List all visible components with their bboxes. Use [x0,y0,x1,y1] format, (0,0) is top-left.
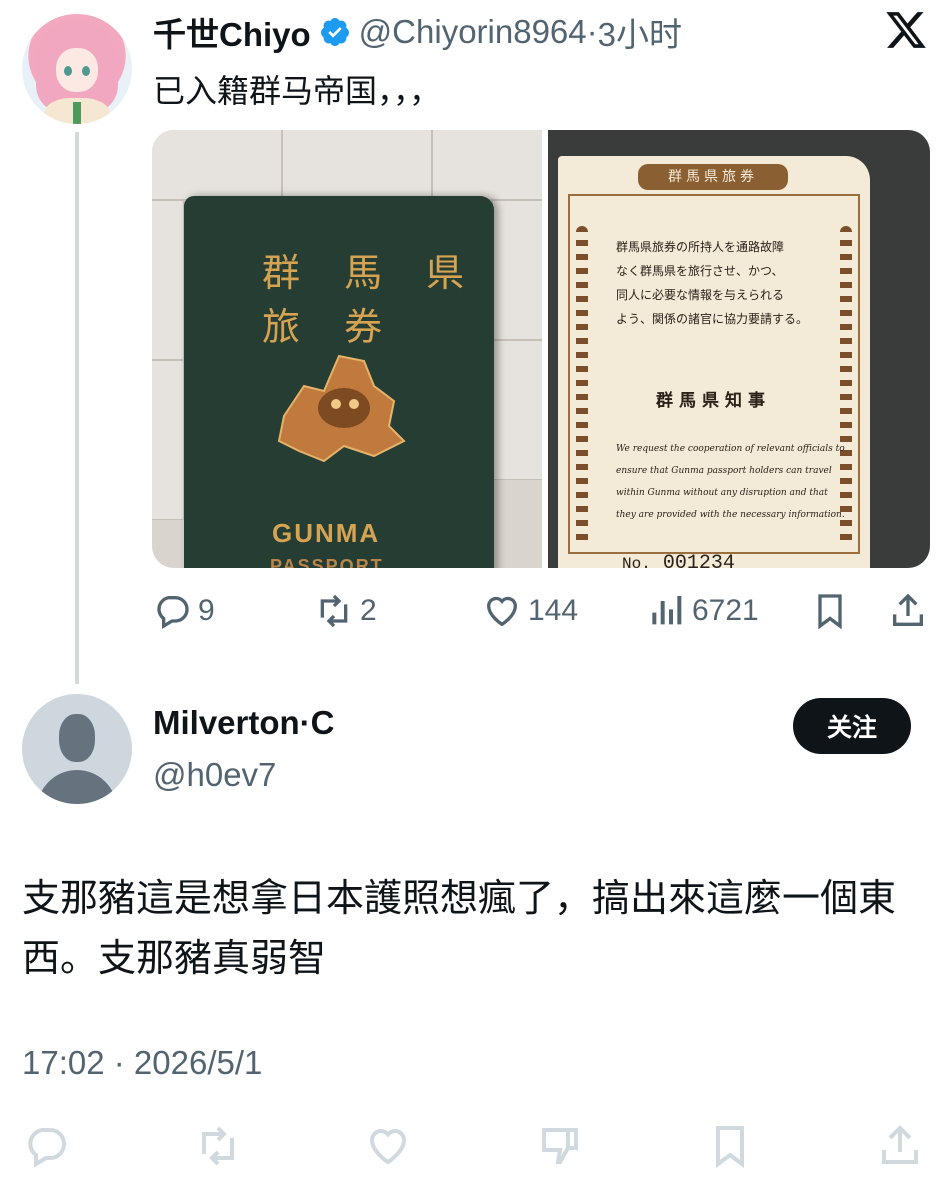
share-button[interactable] [888,586,928,636]
quoted-media-grid[interactable]: 群 馬 県 旅 券 GUNMA PASSPORT 群馬県旅券 群馬県旅券の所持人… [152,130,930,568]
chiyo-avatar[interactable] [22,14,132,124]
quoted-tweet-header: 千世Chiyo @Chiyorin8964 · 3小时 [153,10,682,54]
reply-tweet-text: 支那豬這是想拿日本護照想瘋了，搞出來這麼一個東西。支那豬真弱智 [22,876,897,980]
passport-inner-page: 群馬県旅券 群馬県旅券の所持人を通路故障 なく群馬県を旅行させ、かつ、 同人に必… [558,156,870,568]
like-button[interactable]: 144 [482,586,578,636]
reply-handle[interactable]: @h0ev7 [153,756,276,794]
views-button[interactable]: 6721 [646,586,759,636]
passport-en-line: they are provided with the necessary inf… [616,510,845,520]
retweet-button[interactable] [192,1120,244,1172]
verified-badge-icon [320,18,349,46]
retweet-button[interactable]: 2 [314,586,377,636]
passport-jp-line: 群馬県旅券の所持人を通路故障 [616,240,785,254]
quoted-time-ago[interactable]: 3小时 [598,8,682,56]
gunma-map-emblem-icon [277,354,406,463]
follow-button[interactable]: 关注 [793,698,911,754]
like-icon [369,1129,407,1165]
bookmark-button[interactable] [704,1120,756,1172]
bookmark-icon [818,594,842,630]
quoted-tweet-text: 已入籍群马帝国，，， [153,72,442,110]
passport-kanji-line2: 旅 券 [262,305,399,349]
passport-governor: 群馬県知事 [656,391,771,411]
passport-kanji-line1: 群 馬 県 [262,251,481,295]
retweet-icon [320,594,348,628]
reply-button[interactable] [20,1120,72,1172]
share-icon [893,593,923,626]
like-button[interactable] [362,1120,414,1172]
serial-label: No. [622,555,651,568]
views-icon [652,596,682,625]
retweet-count: 2 [360,594,377,627]
reply-button[interactable]: 9 [152,586,215,636]
passport-booklet: 群 馬 県 旅 券 GUNMA PASSPORT [184,196,494,568]
bookmark-button[interactable] [810,586,850,636]
quoted-display-name[interactable]: 千世Chiyo [153,8,311,56]
passport-page-photo[interactable]: 群馬県旅券 群馬県旅券の所持人を通路故障 なく群馬県を旅行させ、かつ、 同人に必… [548,130,930,568]
views-count: 6721 [692,594,759,627]
passport-page-header: 群馬県旅券 [638,164,788,190]
reply-icon [28,1128,66,1168]
reply-count: 9 [198,594,215,627]
reply-display-name[interactable]: Milverton·C [153,704,335,742]
thumbs-down-icon [542,1128,578,1164]
passport-serial: No. 001234 [622,552,735,568]
reply-timestamp[interactable]: 17:02 · 2026/5/1 [22,1044,262,1082]
passport-cover-photo[interactable]: 群 馬 県 旅 券 GUNMA PASSPORT [152,130,542,568]
quoted-tweet-actions: 9 2 144 6721 [152,586,932,636]
like-icon [486,596,518,627]
passport-en-line: within Gunma without any disruption and … [616,488,828,498]
passport-en-line: We request the cooperation of relevant o… [616,444,845,454]
dislike-button[interactable] [534,1120,586,1172]
passport-jp-line: なく群馬県を旅行させ、かつ、 [616,264,784,278]
header-separator: · [586,13,598,50]
retweet-icon [202,1126,234,1166]
x-logo-icon [886,12,926,48]
thread-connector-line [75,132,79,684]
share-button[interactable] [874,1120,926,1172]
serial-number: 001234 [662,552,735,568]
reply-icon [157,596,189,629]
milverton-avatar[interactable] [22,694,132,804]
passport-jp-line: 同人に必要な情報を与えられる [616,288,785,302]
quoted-handle[interactable]: @Chiyorin8964 [359,13,587,51]
passport-en-line: ensure that Gunma passport holders can t… [616,466,832,476]
passport-subtitle: PASSPORT [270,556,384,568]
reply-tweet-actions [0,1120,952,1176]
passport-jp-line: よう、関係の諸官に協力要請する。 [616,312,809,326]
passport-title: GUNMA [272,518,381,548]
share-icon [882,1125,918,1164]
bookmark-icon [716,1126,744,1168]
like-count: 144 [528,594,579,627]
